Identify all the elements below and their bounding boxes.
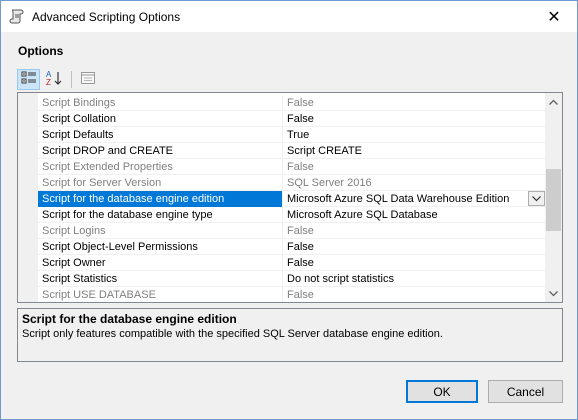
alphabetical-sort-icon: A Z bbox=[45, 70, 63, 89]
property-name: Script for the database engine type bbox=[38, 207, 283, 223]
description-text: Script only features compatible with the… bbox=[22, 328, 443, 340]
property-row[interactable]: Script Extended Properties False bbox=[38, 159, 547, 175]
property-value[interactable]: False bbox=[284, 255, 547, 271]
property-value[interactable]: Microsoft Azure SQL Data Warehouse Editi… bbox=[284, 191, 547, 207]
property-grid-toolbar: A Z bbox=[17, 68, 101, 90]
property-value[interactable]: Microsoft Azure SQL Database bbox=[284, 207, 547, 223]
property-name: Script USE DATABASE bbox=[38, 287, 283, 302]
dialog-window: Advanced Scripting Options ✕ Options A Z… bbox=[0, 0, 578, 420]
property-name: Script Collation bbox=[38, 111, 283, 127]
property-name: Script Extended Properties bbox=[38, 159, 283, 175]
value-dropdown-button[interactable] bbox=[528, 191, 545, 206]
description-panel: Script for the database engine edition S… bbox=[17, 308, 563, 362]
toolbar-separator bbox=[71, 70, 72, 88]
ok-button[interactable]: OK bbox=[406, 380, 478, 403]
property-row[interactable]: Script Bindings False bbox=[38, 95, 547, 111]
property-row[interactable]: Script Collation False bbox=[38, 111, 547, 127]
scroll-thumb[interactable] bbox=[546, 169, 561, 231]
property-name: Script for the database engine edition bbox=[38, 191, 283, 207]
property-row[interactable]: Script USE DATABASE False bbox=[38, 287, 547, 302]
property-value[interactable]: Do not script statistics bbox=[284, 271, 547, 287]
property-row[interactable]: Script Owner False bbox=[38, 255, 547, 271]
scripting-wizard-icon bbox=[9, 8, 25, 24]
property-value: False bbox=[287, 225, 314, 237]
property-value[interactable]: Script CREATE bbox=[284, 143, 547, 159]
categorized-button[interactable] bbox=[17, 68, 40, 90]
svg-text:Z: Z bbox=[46, 78, 51, 86]
property-row[interactable]: Script DROP and CREATE Script CREATE bbox=[38, 143, 547, 159]
property-row[interactable]: Script for the database engine type Micr… bbox=[38, 207, 547, 223]
property-name: Script Statistics bbox=[38, 271, 283, 287]
property-row[interactable]: Script Defaults True bbox=[38, 127, 547, 143]
grid-gutter bbox=[18, 93, 38, 302]
scroll-down-button[interactable] bbox=[545, 285, 562, 302]
property-name: Script Owner bbox=[38, 255, 283, 271]
property-value[interactable]: False bbox=[284, 239, 547, 255]
property-value: SQL Server 2016 bbox=[287, 177, 372, 189]
property-name: Script Defaults bbox=[38, 127, 283, 143]
description-title: Script for the database engine edition bbox=[22, 312, 237, 326]
title-bar[interactable]: Advanced Scripting Options ✕ bbox=[1, 1, 577, 32]
property-row[interactable]: Script Statistics Do not script statisti… bbox=[38, 271, 547, 287]
close-icon: ✕ bbox=[547, 8, 561, 26]
property-row[interactable]: Script Object-Level Permissions False bbox=[38, 239, 547, 255]
property-value: False bbox=[287, 161, 314, 173]
scroll-up-button[interactable] bbox=[545, 93, 562, 110]
chevron-down-icon bbox=[549, 288, 558, 300]
chevron-up-icon bbox=[549, 96, 558, 108]
property-name: Script Object-Level Permissions bbox=[38, 239, 283, 255]
property-name: Script Bindings bbox=[38, 95, 283, 111]
property-name: Script Logins bbox=[38, 223, 283, 239]
cancel-button[interactable]: Cancel bbox=[488, 380, 563, 403]
close-button[interactable]: ✕ bbox=[531, 1, 577, 32]
property-value: False bbox=[287, 97, 314, 109]
vertical-scrollbar[interactable] bbox=[545, 93, 562, 302]
alphabetical-button[interactable]: A Z bbox=[42, 69, 65, 90]
property-value[interactable]: True bbox=[284, 127, 547, 143]
property-row-selected[interactable]: Script for the database engine edition M… bbox=[38, 191, 547, 207]
property-row[interactable]: Script Logins False bbox=[38, 223, 547, 239]
property-pages-button[interactable] bbox=[76, 69, 99, 90]
property-pages-icon bbox=[80, 71, 96, 88]
property-grid[interactable]: Script Bindings False Script Collation F… bbox=[17, 92, 563, 303]
categorized-icon bbox=[21, 71, 37, 88]
chevron-down-icon bbox=[532, 193, 541, 205]
options-heading: Options bbox=[18, 44, 64, 58]
property-value: False bbox=[287, 289, 314, 301]
property-row[interactable]: Script for Server Version SQL Server 201… bbox=[38, 175, 547, 191]
property-name: Script for Server Version bbox=[38, 175, 283, 191]
property-value[interactable]: False bbox=[284, 111, 547, 127]
window-title: Advanced Scripting Options bbox=[32, 10, 181, 24]
property-name: Script DROP and CREATE bbox=[38, 143, 283, 159]
